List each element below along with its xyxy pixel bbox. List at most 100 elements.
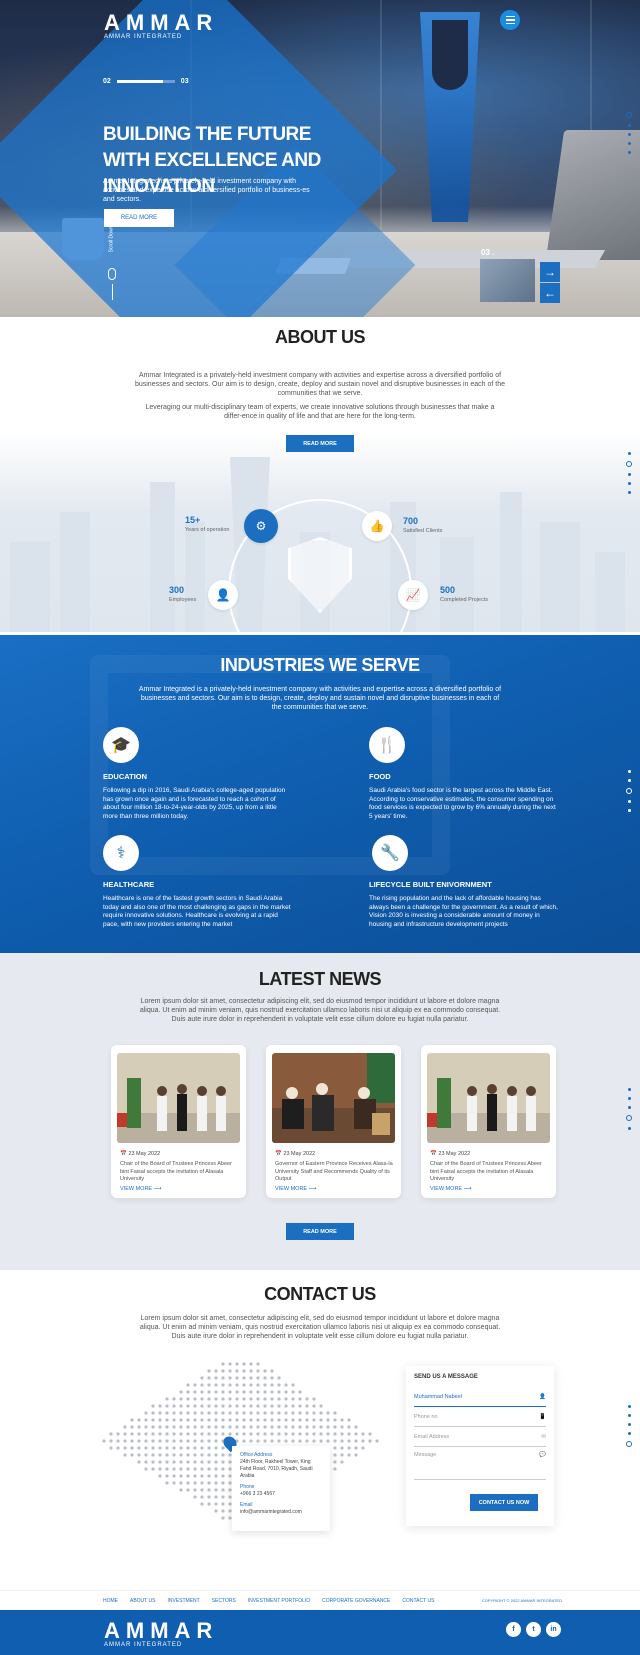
mouse-icon	[108, 268, 116, 280]
arrow-right-icon[interactable]: →	[540, 262, 560, 282]
section-dots-nav[interactable]	[626, 112, 632, 154]
industry-title-food: FOOD	[369, 772, 391, 781]
slide-next: 03	[180, 78, 189, 85]
thumbs-up-icon: 👍	[362, 511, 392, 541]
view-more-link[interactable]: VIEW MORE ⟶	[275, 1186, 317, 1192]
industries-title: INDUSTRIES WE SERVE	[220, 655, 420, 675]
stat-years-label: Years of operation	[185, 527, 230, 533]
footer-nav-link[interactable]: ABOUT US	[130, 1598, 155, 1604]
name-field[interactable]: Muhammad Nabeel 👤	[414, 1388, 546, 1407]
news-card[interactable]: 📅 23 May 2022 Chair of the Board of Trus…	[111, 1045, 246, 1198]
news-title-text: Governor of Eastern Province Receives Al…	[275, 1161, 393, 1182]
office-address-card: Office Address 24th Floor, Rakheel Tower…	[232, 1446, 330, 1531]
message-field[interactable]: Message 💬	[414, 1448, 546, 1480]
facebook-icon[interactable]: f	[506, 1622, 521, 1637]
copyright-text: COPYRIGHT © 2022 AMMAR INTEGRATED	[481, 1598, 562, 1603]
phone-field[interactable]: Phone no 📱	[414, 1408, 546, 1427]
news-photo	[272, 1053, 395, 1143]
footer-nav-link[interactable]: SECTORS	[212, 1598, 236, 1604]
news-intro: Lorem ipsum dolor sit amet, consectetur …	[139, 998, 501, 1023]
logo-mark: AMMAR	[104, 10, 219, 35]
footer-nav-link[interactable]: CORPORATE GOVERNANCE	[322, 1598, 390, 1604]
envelope-icon: ✉	[541, 1434, 546, 1440]
hero-read-more-button[interactable]: READ MORE	[104, 209, 174, 227]
news-section: LATEST NEWS Lorem ipsum dolor sit amet, …	[0, 953, 640, 1270]
office-label: Office Address	[240, 1452, 273, 1458]
site-logo[interactable]: AMMAR AMMAR INTEGRATED	[104, 10, 218, 40]
section-dots-nav[interactable]	[626, 452, 632, 494]
hero-section: AMMAR AMMAR INTEGRATED 02 03 Building th…	[0, 0, 640, 317]
stat-clients-value: 700	[403, 516, 419, 526]
news-date: 📅 23 May 2022	[120, 1151, 161, 1157]
footer-bar: AMMAR AMMAR INTEGRATED f t in	[0, 1610, 640, 1655]
footer-nav-link[interactable]: CONTACT US	[402, 1598, 434, 1604]
section-dots-nav[interactable]	[626, 770, 632, 812]
stat-years-value: 15+	[185, 515, 201, 525]
email-field[interactable]: Email Address ✉	[414, 1428, 546, 1447]
footer-nav-link[interactable]: INVESTMENT	[167, 1598, 199, 1604]
news-read-more-button[interactable]: READ MORE	[286, 1223, 354, 1240]
news-title-text: Chair of the Board of Trustees Princess …	[120, 1161, 232, 1182]
office-value: 24th Floor, Rakheel Tower, King Fahd Roa…	[240, 1459, 313, 1479]
about-paragraph-1: Ammar Integrated is a privately-held inv…	[134, 372, 506, 397]
news-card[interactable]: 📅 23 May 2022 Governor of Eastern Provin…	[266, 1045, 401, 1198]
scroll-line	[111, 284, 113, 300]
news-card[interactable]: 📅 23 May 2022 Chair of the Board of Trus…	[421, 1045, 556, 1198]
window-frame	[380, 0, 382, 230]
phone-icon: 📱	[539, 1414, 546, 1420]
news-title: LATEST NEWS	[258, 969, 382, 989]
hero-description: Ammar Integrated is a privately-held inv…	[103, 178, 310, 203]
graduation-cap-icon: 🎓	[103, 727, 139, 763]
about-read-more-button[interactable]: READ MORE	[286, 435, 354, 452]
industries-intro: Ammar Integrated is a privately-held inv…	[138, 686, 502, 711]
stethoscope-icon: ⚕	[103, 835, 139, 871]
email-label: Email	[240, 1502, 253, 1508]
news-photo	[117, 1053, 240, 1143]
slide-progress-bar	[116, 80, 175, 83]
plate-cutlery-icon: 🍴	[369, 727, 405, 763]
contact-intro: Lorem ipsum dolor sit amet, consectetur …	[139, 1315, 501, 1340]
footer-links: HOME ABOUT US INVESTMENT SECTORS INVESTMENT …	[103, 1598, 434, 1604]
arrow-left-icon[interactable]: ←	[540, 283, 560, 303]
stat-projects-value: 500	[440, 585, 456, 595]
search-settings-icon: ⚙	[244, 509, 278, 543]
contact-section: CONTACT US Lorem ipsum dolor sit amet, c…	[0, 1270, 640, 1590]
view-more-link[interactable]: VIEW MORE ⟶	[430, 1186, 472, 1192]
about-section: ABOUT US Ammar Integrated is a privately…	[0, 317, 640, 635]
stat-employees-value: 300	[169, 585, 185, 595]
menu-button[interactable]	[500, 10, 520, 30]
linkedin-icon[interactable]: in	[546, 1622, 561, 1637]
form-heading: SEND US A MESSAGE	[414, 1374, 478, 1380]
industry-text-food: Saudi Arabia's food sector is the larges…	[369, 787, 556, 820]
logo-mark: AMMAR	[104, 1618, 219, 1643]
industry-text-healthcare: Healthcare is one of the fastest growth …	[103, 895, 291, 928]
industry-title-built-environment: LIFECYCLE BUILT ENIVORNMENT	[369, 880, 492, 889]
section-dots-nav[interactable]	[626, 1088, 632, 1130]
footer-nav: HOME ABOUT US INVESTMENT SECTORS INVESTMENT …	[0, 1590, 640, 1610]
stat-projects-label: Completed Projects	[440, 597, 488, 603]
industry-title-education: EDUCATION	[103, 772, 148, 781]
phone-value: +966 3 23 4567	[240, 1491, 275, 1497]
tools-icon: 🔧	[372, 835, 408, 871]
contact-title: CONTACT US	[264, 1284, 376, 1304]
employee-icon: 👤	[208, 580, 238, 610]
contact-form: SEND US A MESSAGE Muhammad Nabeel 👤 Phone…	[406, 1366, 554, 1526]
scroll-label: Scroll Down	[108, 225, 115, 253]
stat-employees-label: Employees	[169, 597, 197, 603]
section-dots-nav[interactable]	[626, 1405, 632, 1447]
industry-text-built-environment: The rising population and the lack of af…	[369, 895, 558, 928]
stat-clients-label: Satisfied Clients	[403, 528, 443, 534]
footer-nav-link[interactable]: INVESTMENT PORTFOLIO	[248, 1598, 310, 1604]
kingdom-tower-arch	[432, 20, 468, 90]
twitter-icon[interactable]: t	[526, 1622, 541, 1637]
user-icon: 👤	[539, 1394, 546, 1400]
footer-logo[interactable]: AMMAR AMMAR INTEGRATED	[104, 1618, 218, 1648]
footer-nav-link[interactable]: HOME	[103, 1598, 118, 1604]
next-slide-thumbnail[interactable]	[480, 259, 535, 302]
about-title: ABOUT US	[275, 327, 366, 347]
contact-submit-button[interactable]: CONTACT US NOW	[470, 1494, 538, 1511]
thumb-slide-number: 03 .	[481, 248, 495, 257]
industry-text-education: Following a dip in 2016, Saudi Arabia's …	[103, 787, 286, 820]
scroll-down-indicator[interactable]: Scroll Down	[108, 226, 118, 310]
view-more-link[interactable]: VIEW MORE ⟶	[120, 1186, 162, 1192]
